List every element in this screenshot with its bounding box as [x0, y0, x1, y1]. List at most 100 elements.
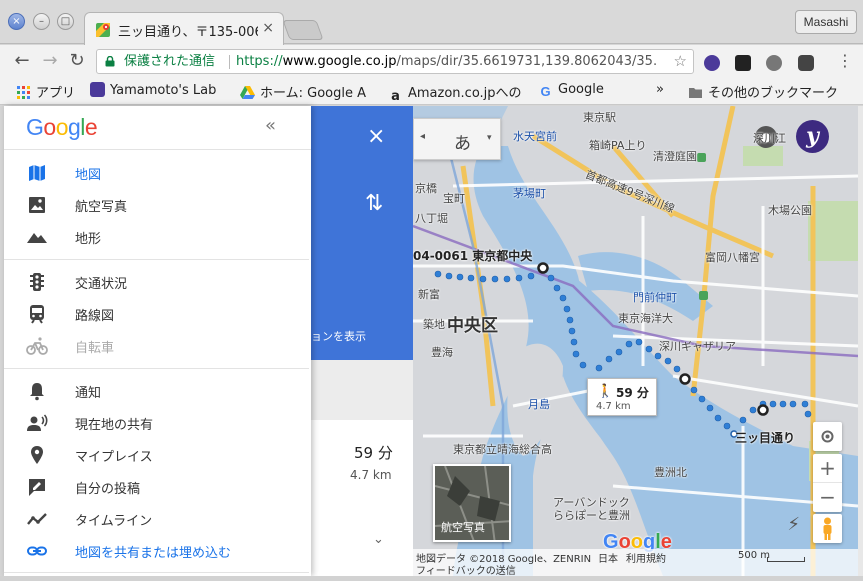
bookmark-google-drive[interactable]: ホーム: Google A [240, 82, 378, 101]
folder-icon [689, 88, 702, 98]
secure-label: 保護された通信 [124, 54, 216, 69]
pegman-icon [823, 517, 832, 540]
menu-item-share-embed[interactable]: 地図を共有または埋め込む [4, 535, 309, 567]
map-label: 水天宮前 [513, 130, 557, 143]
menu-item-traffic[interactable]: 交通状況 [4, 266, 309, 298]
menu-item-my-places[interactable]: マイプレイス [4, 439, 309, 471]
zoom-in-button[interactable]: + [813, 454, 842, 483]
apps-grid-icon [17, 86, 30, 99]
map-label: 深川江 [753, 132, 786, 145]
traffic-icon [30, 273, 44, 291]
bicycle-icon [26, 337, 48, 355]
street-view-pegman[interactable] [813, 514, 842, 543]
origin-label: 04-0061 東京都中央 [413, 249, 533, 263]
show-options-link[interactable]: ョンを表示 [311, 328, 366, 344]
lite-mode-bolt-icon[interactable]: ⚡ [787, 514, 800, 535]
route-distance: 4.7 km [596, 401, 631, 412]
window-minimize-button[interactable]: – [33, 13, 50, 30]
google-drive-icon [240, 86, 255, 99]
address-separator [229, 55, 230, 69]
lock-icon [105, 56, 115, 67]
new-tab-button[interactable] [282, 20, 324, 40]
extension-cloud-icon[interactable] [735, 55, 751, 71]
profile-button[interactable]: Masashi [795, 10, 857, 34]
browser-toolbar: ← → ↻ 保護された通信 https://www.google.co.jp/m… [0, 45, 863, 78]
menu-item-satellite[interactable]: 航空写真 [4, 189, 309, 221]
map-label: 築地 [423, 318, 445, 331]
transit-icon [30, 305, 44, 324]
browser-menu-icon[interactable]: ⋮ [837, 51, 853, 70]
extension-evernote-icon[interactable] [798, 55, 814, 71]
map-label: 月島 [528, 398, 550, 411]
window-maximize-button[interactable]: □ [57, 13, 74, 30]
route-time: 59 分 [616, 386, 649, 400]
map-label: 豊洲北 [654, 466, 687, 479]
map-label: アーバンドック ららぽーと豊洲 [553, 496, 630, 522]
url-text: https://www.google.co.jp/maps/dir/35.661… [236, 54, 656, 69]
bookmarks-overflow-icon[interactable]: » [656, 82, 664, 97]
place-pin-icon [31, 446, 43, 464]
menu-item-notifications[interactable]: 通知 [4, 375, 309, 407]
menu-item-map[interactable]: 地図 [4, 157, 309, 189]
directions-header: × ⇅ ョンを表示 [311, 106, 413, 360]
satellite-toggle[interactable]: 航空写真 [433, 464, 511, 542]
region-link[interactable]: 日本 [598, 550, 618, 565]
route-duration-badge[interactable]: 🚶 59 分 4.7 km [587, 378, 657, 416]
tab-close-icon[interactable]: × [262, 20, 274, 36]
collapse-menu-icon[interactable]: « [265, 115, 276, 136]
map-language-control[interactable]: ◂ あ ▾ [413, 118, 501, 160]
expand-chevron-icon[interactable]: ⌄ [373, 532, 384, 547]
zoom-out-button[interactable]: − [813, 483, 842, 512]
menu-divider [4, 572, 309, 573]
menu-item-timeline[interactable]: タイムライン [4, 503, 309, 535]
route-summary-time[interactable]: 59 分 [354, 442, 393, 463]
extension-yamamoto-icon[interactable] [704, 55, 720, 71]
menu-item-terrain[interactable]: 地形 [4, 221, 309, 253]
directions-panel: × ⇅ ョンを表示 59 分 4.7 km ⌄ [311, 106, 413, 576]
terms-link[interactable]: 利用規約 [626, 550, 666, 565]
map-attribution: 地図データ ©2018 Google、ZENRIN 日本 利用規約 フィードバッ… [413, 549, 858, 576]
walking-icon: 🚶 [597, 384, 614, 399]
satellite-label: 航空写真 [441, 521, 485, 534]
reload-button[interactable]: ↻ [65, 50, 89, 71]
map-label: 茅場町 [513, 187, 546, 200]
scale-label[interactable]: 500 m [738, 550, 770, 561]
extension-puzzle-icon[interactable] [766, 55, 782, 71]
forward-button[interactable]: → [38, 50, 62, 71]
bookmark-star-icon[interactable]: ☆ [674, 50, 687, 73]
map-label: 新富 [418, 288, 440, 301]
bookmark-yamamoto[interactable]: Yamamoto's Lab [90, 82, 227, 98]
menu-item-contributions[interactable]: 自分の投稿 [4, 471, 309, 503]
my-location-button[interactable] [813, 422, 842, 451]
menu-item-location-sharing[interactable]: 現在地の共有 [4, 407, 309, 439]
destination-label: 三ッ目通り [735, 431, 796, 445]
menu-item-transit[interactable]: 路線図 [4, 298, 309, 330]
map-label: 八丁堀 [415, 212, 448, 225]
browser-tab-active[interactable]: 三ッ目通り、〒135-0061 × [84, 12, 284, 45]
window-close-button[interactable]: × [8, 13, 25, 30]
map-label: 宝町 [443, 192, 465, 205]
address-bar[interactable]: 保護された通信 https://www.google.co.jp/maps/di… [96, 49, 694, 74]
language-dropdown-icon[interactable]: ▾ [487, 133, 492, 143]
route-summary-distance: 4.7 km [350, 468, 392, 482]
map-canvas[interactable]: ◂ あ ▾ ● y 東京駅 水天宮前 箱崎PA上り 清澄庭園 深川江 首都高速9… [413, 106, 858, 576]
map-label: 東京駅 [583, 111, 616, 124]
menu-divider [4, 368, 309, 369]
menu-item-bicycle[interactable]: 自転車 [4, 330, 309, 362]
terrain-icon [27, 233, 47, 243]
close-directions-icon[interactable]: × [367, 124, 385, 149]
zoom-control: + − [813, 454, 842, 512]
bookmark-amazon[interactable]: a Amazon.co.jpへの [388, 82, 528, 104]
bookmark-apps[interactable]: アプリ [16, 82, 75, 101]
back-button[interactable]: ← [10, 50, 34, 71]
swap-endpoints-icon[interactable]: ⇅ [365, 191, 383, 216]
feedback-link[interactable]: フィードバックの送信 [416, 562, 516, 576]
account-avatar[interactable]: y [796, 120, 829, 153]
bookmark-other-folder[interactable]: その他のブックマーク [688, 82, 838, 101]
google-g-icon: G [540, 84, 551, 99]
language-label: あ [454, 134, 471, 154]
collapse-panel-icon[interactable]: ◂ [420, 131, 425, 142]
location-share-icon [27, 414, 48, 431]
window-scrollbar[interactable] [858, 106, 863, 581]
bookmark-google[interactable]: G Google [538, 82, 603, 99]
